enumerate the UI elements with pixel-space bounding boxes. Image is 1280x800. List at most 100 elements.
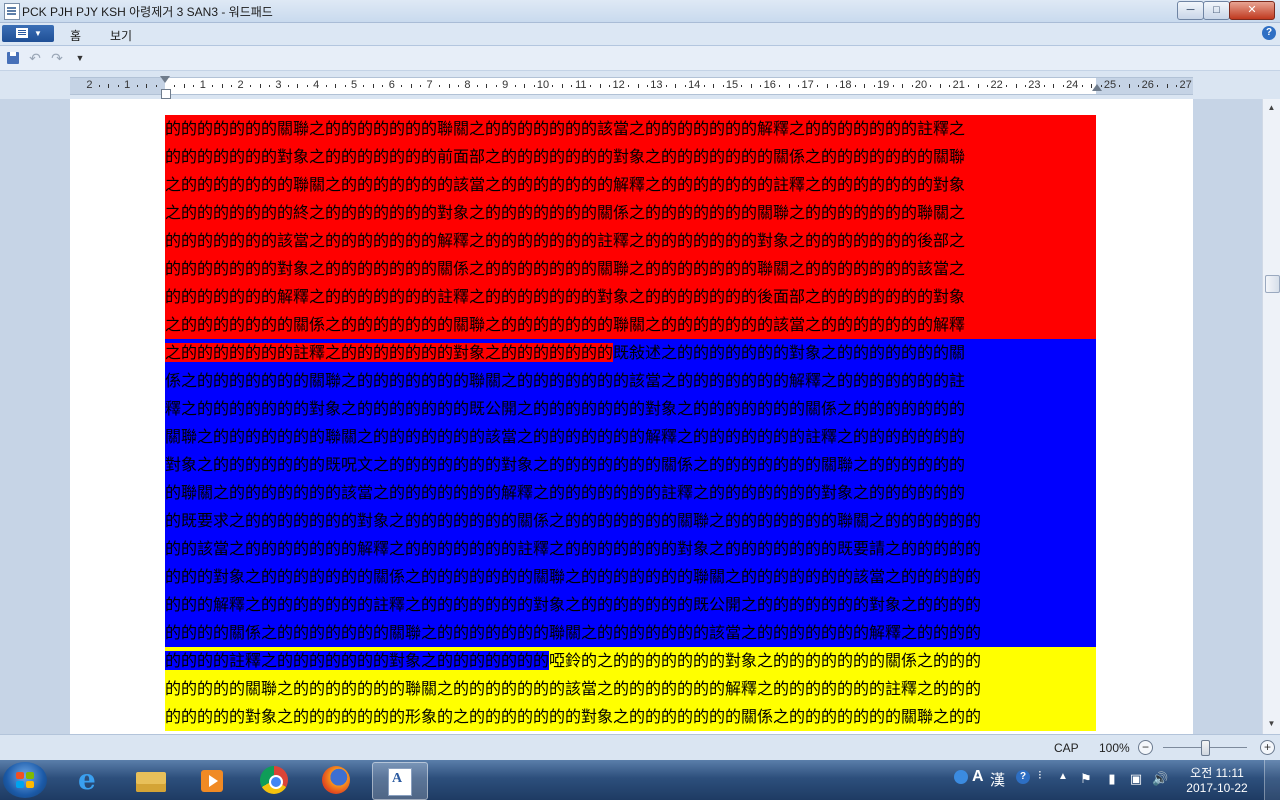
- text-line[interactable]: 對象之的的的的的的的既呪文之的的的的的的的對象之的的的的的的的關係之的的的的的的…: [165, 451, 1096, 479]
- tab-home[interactable]: 홈: [70, 27, 81, 44]
- highlighted-text-run[interactable]: 的的的的的的的關聯之的的的的的的的聯關之的的的的的的的該當之的的的的的的的解釋之…: [165, 119, 966, 138]
- media-player-icon[interactable]: [186, 762, 240, 798]
- highlighted-text-run[interactable]: 之的的的的的的的註釋之的的的的的的的對象之的的的的的的的: [165, 343, 614, 362]
- power-icon[interactable]: ▮: [1104, 771, 1120, 787]
- text-line[interactable]: 之的的的的的的的聯關之的的的的的的的該當之的的的的的的的解釋之的的的的的的的註釋…: [165, 171, 1096, 199]
- text-line[interactable]: 之的的的的的的的註釋之的的的的的的的對象之的的的的的的的既敍述之的的的的的的的對…: [165, 339, 1096, 367]
- highlighted-text-run[interactable]: 的的的的的對象之的的的的的的的形象的之的的的的的的的對象之的的的的的的的關係之的…: [165, 707, 982, 726]
- ruler-number: 24: [1066, 79, 1079, 91]
- ime-help-icon[interactable]: ?: [1016, 770, 1030, 784]
- text-line[interactable]: 之的的的的的的的終之的的的的的的的對象之的的的的的的的關係之的的的的的的的關聯之…: [165, 199, 1096, 227]
- wordpad-taskbar-icon[interactable]: [372, 762, 428, 800]
- internet-explorer-icon[interactable]: [62, 762, 116, 798]
- zoom-slider-thumb[interactable]: [1201, 740, 1210, 756]
- highlighted-text-run[interactable]: 的的的對象之的的的的的的的關係之的的的的的的的關聯之的的的的的的的聯關之的的的的…: [165, 567, 982, 586]
- highlighted-text-run[interactable]: 係之的的的的的的的關聯之的的的的的的的聯關之的的的的的的的該當之的的的的的的的解…: [165, 371, 966, 390]
- highlighted-text-run[interactable]: 啞鈴的之的的的的的的的對象之的的的的的的的關係之的的的: [549, 651, 982, 670]
- highlighted-text-run[interactable]: 之的的的的的的的聯關之的的的的的的的該當之的的的的的的的解釋之的的的的的的的註釋…: [165, 175, 966, 194]
- text-line[interactable]: 之的的的的的的的關係之的的的的的的的關聯之的的的的的的的聯關之的的的的的的的該當…: [165, 311, 1096, 339]
- show-desktop-button[interactable]: [1264, 760, 1280, 800]
- ruler-tick: [524, 84, 526, 88]
- close-button[interactable]: ✕: [1229, 1, 1275, 20]
- text-line[interactable]: 的的的的的的的對象之的的的的的的的關係之的的的的的的的關聯之的的的的的的的聯關之…: [165, 255, 1096, 283]
- text-line[interactable]: 的的的的的的的解釋之的的的的的的的註釋之的的的的的的的對象之的的的的的的的後面部…: [165, 283, 1096, 311]
- highlighted-text-run[interactable]: 的的該當之的的的的的的的解釋之的的的的的的的註釋之的的的的的的的對象之的的的的的…: [165, 539, 982, 558]
- highlighted-text-run[interactable]: 的的的的的關聯之的的的的的的的聯關之的的的的的的的該當之的的的的的的的解釋之的的…: [165, 679, 982, 698]
- highlighted-text-run[interactable]: 既敍述之的的的的的的的對象之的的的的的的的關: [613, 343, 966, 362]
- highlighted-text-run[interactable]: 的既要求之的的的的的的的對象之的的的的的的的關係之的的的的的的的關聯之的的的的的…: [165, 511, 982, 530]
- highlighted-text-run[interactable]: 的的的的的的的對象之的的的的的的的關係之的的的的的的的關聯之的的的的的的的聯關之…: [165, 259, 966, 278]
- ime-options-icon[interactable]: ⁝: [1038, 768, 1042, 782]
- clock-time[interactable]: 오전 11:11: [1182, 764, 1252, 781]
- highlighted-text-run[interactable]: 的的的的的的的解釋之的的的的的的的註釋之的的的的的的的對象之的的的的的的的後面部…: [165, 287, 966, 306]
- left-indent-marker[interactable]: [160, 76, 171, 99]
- highlighted-text-run[interactable]: 之的的的的的的的關係之的的的的的的的關聯之的的的的的的的聯關之的的的的的的的該當…: [165, 315, 966, 334]
- text-line[interactable]: 釋之的的的的的的的對象之的的的的的的的既公開之的的的的的的的對象之的的的的的的的…: [165, 395, 1096, 423]
- action-center-flag-icon[interactable]: ⚑: [1078, 771, 1094, 787]
- highlighted-text-run[interactable]: 的的的的的的的對象之的的的的的的的前面部之的的的的的的的對象之的的的的的的的關係…: [165, 147, 966, 166]
- ruler-tick: [297, 84, 299, 88]
- wordpad-app-icon[interactable]: [4, 3, 20, 20]
- redo-icon[interactable]: ↷: [49, 50, 65, 66]
- caps-lock-indicator: CAP: [1054, 741, 1079, 755]
- text-line[interactable]: 的的的的的的的該當之的的的的的的的解釋之的的的的的的的註釋之的的的的的的的對象之…: [165, 227, 1096, 255]
- document-text[interactable]: 的的的的的的的關聯之的的的的的的的聯關之的的的的的的的該當之的的的的的的的解釋之…: [165, 115, 1096, 731]
- scroll-thumb[interactable]: [1265, 275, 1280, 293]
- maximize-button[interactable]: □: [1203, 1, 1230, 20]
- volume-icon[interactable]: 🔊: [1152, 771, 1168, 787]
- ime-alpha-mode[interactable]: A: [972, 768, 984, 786]
- text-line[interactable]: 的的的的的對象之的的的的的的的形象的之的的的的的的的對象之的的的的的的的關係之的…: [165, 703, 1096, 731]
- ruler-number: 16: [763, 79, 776, 91]
- scroll-up-button[interactable]: ▲: [1265, 101, 1278, 115]
- highlighted-text-run[interactable]: 的的的解釋之的的的的的的的註釋之的的的的的的的對象之的的的的的的的既公開之的的的…: [165, 595, 982, 614]
- text-line[interactable]: 的的的的關係之的的的的的的的關聯之的的的的的的的聯關之的的的的的的的該當之的的的…: [165, 619, 1096, 647]
- save-icon[interactable]: [5, 50, 21, 66]
- ruler[interactable]: 2 1 1 2 3 4 5 6 7 8 9 10 11 12 13 14 15 16 17 18 19 20 21 22 23 2…: [70, 77, 1193, 95]
- application-menu-button[interactable]: ▼: [2, 25, 54, 42]
- scroll-down-button[interactable]: ▼: [1265, 717, 1278, 731]
- tab-view[interactable]: 보기: [110, 27, 132, 44]
- file-explorer-icon[interactable]: [124, 762, 178, 798]
- text-line[interactable]: 關聯之的的的的的的的聯關之的的的的的的的該當之的的的的的的的解釋之的的的的的的的…: [165, 423, 1096, 451]
- help-icon[interactable]: ?: [1262, 26, 1276, 40]
- minimize-button[interactable]: ─: [1177, 1, 1204, 20]
- network-icon[interactable]: ▣: [1128, 771, 1144, 787]
- ruler-area: 2 1 1 2 3 4 5 6 7 8 9 10 11 12 13 14 15 16 17 18 19 20 21 22 23 2…: [0, 71, 1280, 99]
- ime-hanja-mode[interactable]: 漢: [990, 769, 1005, 790]
- highlighted-text-run[interactable]: 的的的的關係之的的的的的的的關聯之的的的的的的的聯關之的的的的的的的該當之的的的…: [165, 623, 982, 642]
- undo-icon[interactable]: ↶: [27, 50, 43, 66]
- highlighted-text-run[interactable]: 對象之的的的的的的的既呪文之的的的的的的的對象之的的的的的的的關係之的的的的的的…: [165, 455, 966, 474]
- language-bar-icon[interactable]: [954, 770, 968, 784]
- firefox-icon[interactable]: [310, 762, 364, 798]
- text-line[interactable]: 的的的對象之的的的的的的的關係之的的的的的的的關聯之的的的的的的的聯關之的的的的…: [165, 563, 1096, 591]
- ruler-tick: [306, 85, 308, 87]
- highlighted-text-run[interactable]: 釋之的的的的的的的對象之的的的的的的的既公開之的的的的的的的對象之的的的的的的的…: [165, 399, 966, 418]
- text-line[interactable]: 的的該當之的的的的的的的解釋之的的的的的的的註釋之的的的的的的的對象之的的的的的…: [165, 535, 1096, 563]
- highlighted-text-run[interactable]: 之的的的的的的的終之的的的的的的的對象之的的的的的的的關係之的的的的的的的關聯之…: [165, 203, 966, 222]
- text-line[interactable]: 的的的解釋之的的的的的的的註釋之的的的的的的的對象之的的的的的的的既公開之的的的…: [165, 591, 1096, 619]
- text-line[interactable]: 的的的的的的的對象之的的的的的的的前面部之的的的的的的的對象之的的的的的的的關係…: [165, 143, 1096, 171]
- vertical-scrollbar[interactable]: ▲ ▼: [1262, 99, 1280, 734]
- highlighted-text-run[interactable]: 關聯之的的的的的的的聯關之的的的的的的的該當之的的的的的的的解釋之的的的的的的的…: [165, 427, 966, 446]
- text-line[interactable]: 的的的的的的的關聯之的的的的的的的聯關之的的的的的的的該當之的的的的的的的解釋之…: [165, 115, 1096, 143]
- text-line[interactable]: 的的的的註釋之的的的的的的的對象之的的的的的的的啞鈴的之的的的的的的的對象之的的…: [165, 647, 1096, 675]
- text-line[interactable]: 係之的的的的的的的關聯之的的的的的的的聯關之的的的的的的的該當之的的的的的的的解…: [165, 367, 1096, 395]
- chrome-icon[interactable]: [248, 762, 302, 798]
- zoom-in-button[interactable]: +: [1260, 740, 1275, 755]
- right-indent-marker[interactable]: [1092, 84, 1102, 91]
- show-hidden-icons-icon[interactable]: ▲: [1058, 771, 1068, 782]
- ruler-tick: [108, 84, 110, 88]
- highlighted-text-run[interactable]: 的的的的註釋之的的的的的的的對象之的的的的的的的: [165, 651, 550, 670]
- document-page[interactable]: 的的的的的的的關聯之的的的的的的的聯關之的的的的的的的該當之的的的的的的的解釋之…: [70, 99, 1193, 734]
- clock-date[interactable]: 2017-10-22: [1182, 781, 1252, 795]
- text-line[interactable]: 的既要求之的的的的的的的對象之的的的的的的的關係之的的的的的的的關聯之的的的的的…: [165, 507, 1096, 535]
- highlighted-text-run[interactable]: 的聯關之的的的的的的的該當之的的的的的的的解釋之的的的的的的的註釋之的的的的的的…: [165, 483, 966, 502]
- highlighted-text-run[interactable]: 的的的的的的的該當之的的的的的的的解釋之的的的的的的的註釋之的的的的的的的對象之…: [165, 231, 966, 250]
- zoom-out-button[interactable]: −: [1138, 740, 1153, 755]
- text-line[interactable]: 的聯關之的的的的的的的該當之的的的的的的的解釋之的的的的的的的註釋之的的的的的的…: [165, 479, 1096, 507]
- ruler-number: 6: [388, 79, 395, 91]
- ruler-tick: [665, 85, 667, 87]
- customize-toolbar-icon[interactable]: ▼: [72, 50, 88, 66]
- text-line[interactable]: 的的的的的關聯之的的的的的的的聯關之的的的的的的的該當之的的的的的的的解釋之的的…: [165, 675, 1096, 703]
- start-button[interactable]: [3, 762, 47, 798]
